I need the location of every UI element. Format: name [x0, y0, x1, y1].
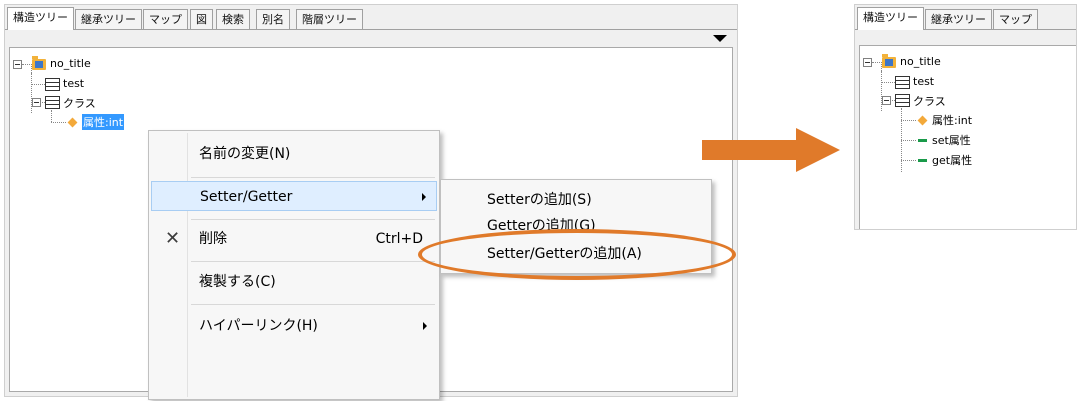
folder-icon [32, 56, 46, 70]
tab-inheritance-tree[interactable]: 継承ツリー [925, 9, 992, 29]
class-icon [895, 76, 910, 89]
structure-tree-panel-after: 構造ツリー 継承ツリー マップ no_title test クラス 属性:int… [854, 4, 1077, 230]
tab-inheritance-tree[interactable]: 継承ツリー [75, 9, 142, 29]
folder-icon [882, 54, 896, 68]
tree-node-getter[interactable]: get属性 [932, 152, 972, 168]
menu-item-delete[interactable]: ✕ 削除 Ctrl+D [151, 224, 437, 254]
menu-item-label: ハイパーリンク(H) [199, 318, 318, 334]
tree-node-root[interactable]: no_title [50, 57, 91, 70]
tab-structure-tree[interactable]: 構造ツリー [7, 7, 74, 30]
tree-node-root[interactable]: no_title [900, 55, 941, 68]
arrow-right-icon [702, 128, 840, 172]
tree-node-setter[interactable]: set属性 [932, 132, 971, 148]
submenu-arrow-icon [422, 193, 426, 201]
tree-node-test[interactable]: test [913, 75, 934, 88]
tab-map[interactable]: マップ [143, 9, 188, 29]
collapse-icon[interactable] [882, 96, 891, 105]
collapse-icon[interactable] [13, 60, 22, 69]
tree-node-attribute-selected[interactable]: 属性:int [82, 114, 125, 130]
context-menu: 名前の変更(N) Setter/Getter ✕ 削除 Ctrl+D 複製する(… [148, 130, 440, 400]
delete-x-icon: ✕ [165, 228, 181, 249]
menu-item-label: 削除 [199, 231, 227, 247]
dropdown-arrow-icon[interactable] [713, 35, 727, 42]
menu-item-label: 複製する(C) [199, 274, 276, 290]
tab-map[interactable]: マップ [993, 9, 1038, 29]
menu-item-label: Setter/Getter [200, 189, 293, 205]
tab-diagram[interactable]: 図 [190, 9, 213, 29]
tree-node-class[interactable]: クラス [63, 95, 96, 111]
tab-alias[interactable]: 別名 [256, 9, 290, 29]
class-icon [45, 96, 60, 109]
menu-item-shortcut: Ctrl+D [375, 231, 423, 247]
menu-item-duplicate[interactable]: 複製する(C) [151, 267, 437, 297]
menu-item-hyperlink[interactable]: ハイパーリンク(H) [151, 311, 437, 341]
submenu-arrow-icon [423, 322, 427, 330]
highlight-ellipse [418, 229, 736, 280]
attribute-icon [917, 115, 928, 126]
collapse-icon[interactable] [863, 58, 872, 67]
tab-search[interactable]: 検索 [216, 9, 250, 29]
tree-node-test[interactable]: test [63, 77, 84, 90]
class-icon [45, 78, 60, 91]
tab-bar: 構造ツリー 継承ツリー マップ 図 検索 別名 階層ツリー [5, 5, 737, 30]
menu-item-setter-getter[interactable]: Setter/Getter [151, 181, 437, 211]
tree-node-attribute[interactable]: 属性:int [932, 112, 972, 128]
tab-hierarchy-tree[interactable]: 階層ツリー [296, 9, 363, 29]
attribute-icon [67, 117, 78, 128]
operation-icon [918, 139, 927, 142]
tab-structure-tree[interactable]: 構造ツリー [857, 7, 924, 30]
tab-bar: 構造ツリー 継承ツリー マップ [855, 5, 1076, 30]
tree-view[interactable]: no_title test クラス 属性:int set属性 get属性 [859, 45, 1076, 229]
class-icon [895, 94, 910, 107]
collapse-icon[interactable] [32, 98, 41, 107]
submenu-item-add-setter[interactable]: Setterの追加(S) [487, 188, 592, 212]
operation-icon [918, 159, 927, 162]
tree-node-class[interactable]: クラス [913, 93, 946, 109]
menu-item-label: 名前の変更(N) [199, 146, 291, 162]
menu-item-rename[interactable]: 名前の変更(N) [151, 139, 437, 169]
